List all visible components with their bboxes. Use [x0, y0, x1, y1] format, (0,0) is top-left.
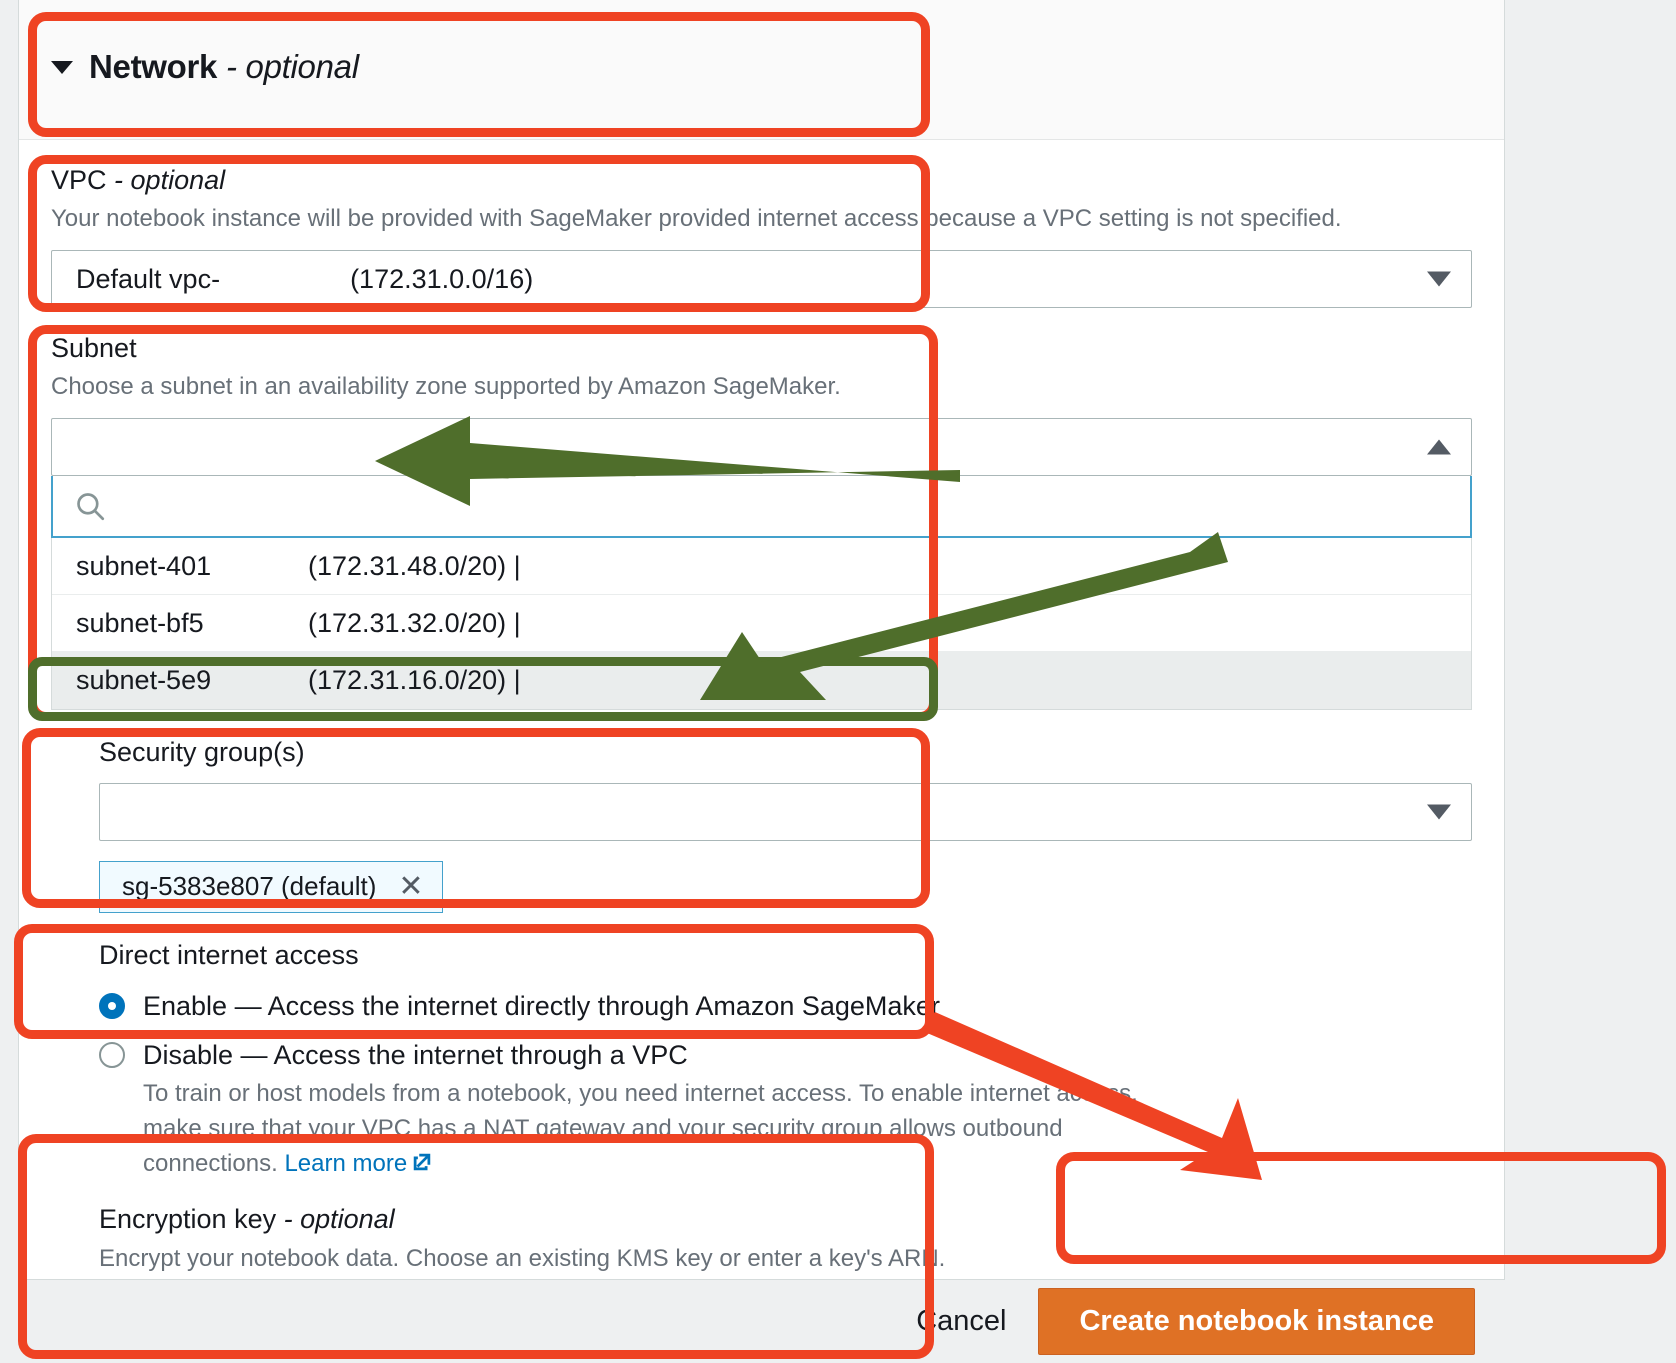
- radio-option-enable[interactable]: Enable — Access the internet directly th…: [51, 991, 1472, 1022]
- external-link-icon: [413, 1153, 431, 1170]
- subnet-option-id: subnet-5e9: [76, 665, 212, 696]
- vpc-field: VPC - optional Your notebook instance wi…: [19, 140, 1504, 309]
- cancel-button[interactable]: Cancel: [910, 1304, 1012, 1339]
- radio-option-disable[interactable]: Disable — Access the internet through a …: [51, 1040, 1472, 1071]
- security-group-select[interactable]: [99, 782, 1472, 841]
- caret-down-icon[interactable]: [51, 60, 73, 74]
- subnet-option-cidr: (172.31.16.0/20) |: [308, 665, 521, 696]
- subnet-option-id: subnet-401: [76, 550, 212, 581]
- subnet-option-cidr: (172.31.48.0/20) |: [308, 550, 521, 581]
- network-settings-card: Network - optional VPC - optional Your n…: [18, 0, 1505, 1348]
- settings-body: VPC - optional Your notebook instance wi…: [19, 140, 1504, 1348]
- subnet-options-list: subnet-401 (172.31.48.0/20) | subnet-bf5…: [51, 538, 1472, 711]
- encryption-key-label-text: Encryption key: [99, 1204, 277, 1235]
- chevron-up-icon[interactable]: [1427, 439, 1451, 455]
- subnet-field: Subnet Choose a subnet in an availabilit…: [19, 308, 1504, 711]
- search-icon: [77, 493, 105, 521]
- close-icon[interactable]: ✕: [398, 871, 423, 902]
- vpc-selected-cidr: (172.31.0.0/16): [350, 263, 534, 294]
- direct-internet-access-field: Direct internet access Enable — Access t…: [19, 913, 1504, 1182]
- list-item-selected[interactable]: subnet-5e9 (172.31.16.0/20) |: [52, 652, 1471, 710]
- subnet-option-cidr: (172.31.32.0/20) |: [308, 607, 521, 638]
- chevron-down-icon[interactable]: [1427, 271, 1451, 287]
- network-title-text: Network: [89, 48, 218, 85]
- radio-disable-label: Disable — Access the internet through a …: [143, 1039, 688, 1070]
- radio-disable-icon[interactable]: [99, 1042, 125, 1069]
- encryption-key-description: Encrypt your notebook data. Choose an ex…: [99, 1244, 946, 1272]
- network-section-header[interactable]: Network - optional: [19, 0, 1504, 140]
- security-group-token-label: sg-5383e807 (default): [122, 871, 377, 901]
- encryption-key-label: Encryption key - optional: [51, 1201, 1472, 1237]
- create-notebook-instance-button[interactable]: Create notebook instance: [1038, 1288, 1475, 1355]
- direct-internet-access-label: Direct internet access: [99, 939, 359, 970]
- page-title: Network - optional: [89, 48, 359, 86]
- subnet-label: Subnet: [51, 333, 137, 364]
- encryption-key-label-optional: - optional: [283, 1204, 395, 1235]
- subnet-search-row[interactable]: [51, 476, 1472, 539]
- security-group-field: Security group(s) sg-5383e807 (default) …: [19, 710, 1504, 913]
- list-item[interactable]: subnet-401 (172.31.48.0/20) |: [52, 538, 1471, 596]
- vpc-description: Your notebook instance will be provided …: [51, 205, 1342, 233]
- network-title-optional: - optional: [225, 48, 359, 85]
- list-item[interactable]: subnet-bf5 (172.31.32.0/20) |: [52, 595, 1471, 653]
- subnet-description: Choose a subnet in an availability zone …: [51, 373, 841, 401]
- chevron-down-icon[interactable]: [1427, 804, 1451, 819]
- subnet-option-id: subnet-bf5: [76, 607, 204, 638]
- vpc-label: VPC - optional: [51, 162, 1472, 198]
- subnet-select[interactable]: [51, 418, 1472, 477]
- security-group-label: Security group(s): [99, 737, 305, 768]
- direct-internet-access-hint: To train or host models from a notebook,…: [95, 1077, 1155, 1181]
- vpc-label-text: VPC: [51, 165, 107, 195]
- vpc-select[interactable]: Default vpc- (172.31.0.0/16): [51, 250, 1472, 309]
- learn-more-link[interactable]: Learn more: [284, 1150, 407, 1177]
- form-actions: Cancel Create notebook instance: [18, 1280, 1505, 1363]
- radio-enable-label: Enable — Access the internet directly th…: [143, 990, 940, 1021]
- radio-enable-icon[interactable]: [99, 993, 125, 1020]
- vpc-label-optional: - optional: [114, 165, 226, 195]
- screenshot-root: Network - optional VPC - optional Your n…: [0, 0, 1676, 1363]
- vpc-selected-prefix: Default vpc-: [76, 263, 221, 294]
- status-badge[interactable]: sg-5383e807 (default) ✕: [99, 860, 443, 913]
- security-group-token-list: sg-5383e807 (default) ✕: [99, 860, 1472, 913]
